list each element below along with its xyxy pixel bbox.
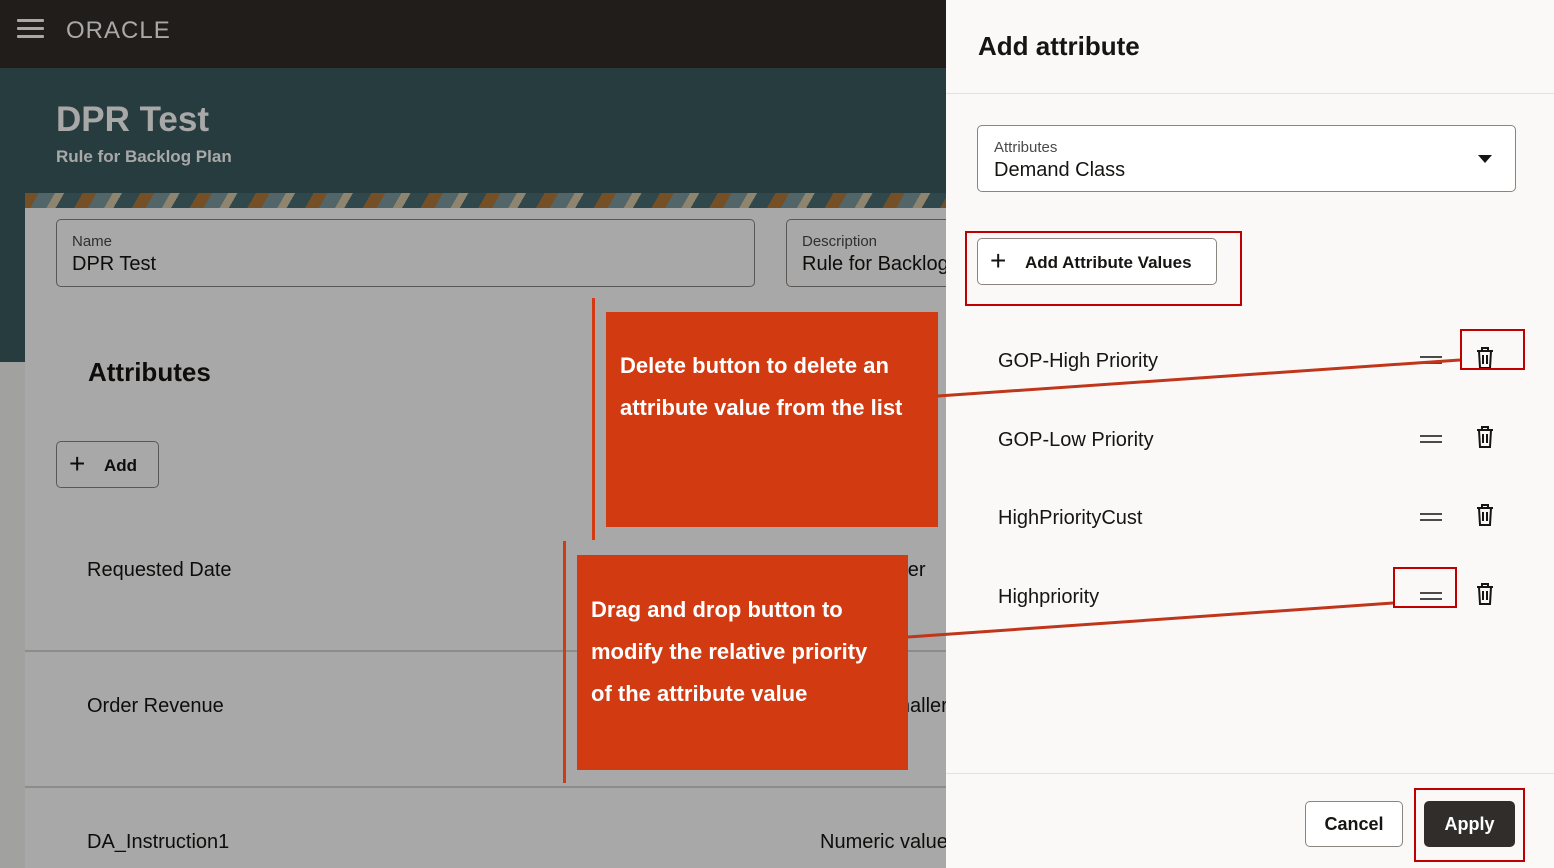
- attributes-select-value: Demand Class: [994, 159, 1126, 181]
- attribute-value-name: GOP-Low Priority: [998, 429, 1154, 451]
- apply-highlight: [1414, 788, 1525, 862]
- attribute-value-item: HighPriorityCust: [946, 493, 1554, 553]
- attribute-value-name: HighPriorityCust: [998, 507, 1143, 529]
- cancel-button[interactable]: Cancel: [1305, 801, 1403, 847]
- delete-callout: Delete button to delete an attribute val…: [606, 312, 938, 527]
- trash-icon[interactable]: [1474, 582, 1496, 606]
- drag-handle-icon[interactable]: [1420, 513, 1442, 525]
- trash-icon[interactable]: [1474, 503, 1496, 527]
- drag-callout-bar: [563, 541, 566, 783]
- delete-callout-bar: [592, 298, 595, 540]
- drag-handle-icon[interactable]: [1420, 356, 1442, 368]
- drag-callout: Drag and drop button to modify the relat…: [577, 555, 908, 770]
- drawer-title: Add attribute: [978, 31, 1140, 61]
- drawer-header: Add attribute: [946, 0, 1554, 94]
- attribute-value-item: GOP-Low Priority: [946, 415, 1554, 475]
- attribute-value-item: Highpriority: [946, 572, 1554, 632]
- attributes-select[interactable]: Attributes Demand Class: [977, 125, 1516, 192]
- chevron-down-icon[interactable]: [1478, 155, 1492, 163]
- attribute-value-name: GOP-High Priority: [998, 350, 1159, 372]
- delete-highlight: [1460, 329, 1525, 370]
- attribute-value-name: Highpriority: [998, 586, 1100, 608]
- drag-handle-icon[interactable]: [1420, 435, 1442, 447]
- add-values-highlight: [965, 231, 1242, 306]
- trash-icon[interactable]: [1474, 425, 1496, 449]
- attributes-select-label: Attributes: [994, 139, 1058, 156]
- drag-highlight: [1393, 567, 1457, 608]
- add-attribute-drawer: Add attribute Attributes Demand Class + …: [946, 0, 1554, 868]
